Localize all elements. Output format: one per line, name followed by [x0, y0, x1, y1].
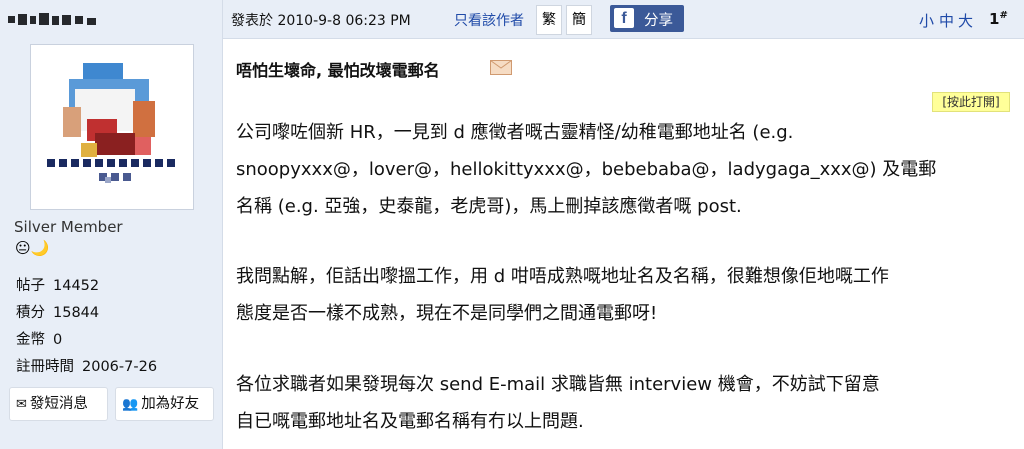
post-title: 唔怕生壞命, 最怕改壞電郵名	[236, 61, 440, 80]
stat-label: 帖子	[16, 278, 45, 294]
envelope-icon: ✉	[16, 397, 27, 412]
floor-number-value: 1	[989, 10, 1000, 28]
stat-label: 積分	[16, 305, 45, 321]
people-icon: 👥	[122, 397, 139, 412]
paragraph-line: 自已嘅電郵地址名及電郵名稱有冇以上問題.	[236, 411, 584, 432]
paragraph-line: 公司嚟咗個新 HR，一見到 d 應徵者嘅古靈精怪/幼稚電郵地址名 (e.g.	[236, 122, 794, 143]
user-rank: Silver Member	[14, 218, 123, 236]
stat-coins: 金幣 0	[16, 328, 62, 349]
post-paragraph-2: 我問點解，佢話出嚟搵工作，用 d 咁唔成熟嘅地址名及名稱，很難想像佢地嘅工作 態…	[236, 258, 1010, 332]
stat-label: 註冊時間	[16, 359, 74, 375]
stat-value: 15844	[53, 305, 100, 321]
font-size-medium[interactable]: 中	[939, 10, 954, 31]
facebook-share-button[interactable]: f 分享	[610, 5, 684, 32]
send-message-button[interactable]: ✉ 發短消息	[9, 387, 108, 421]
mail-icon	[490, 60, 512, 75]
post-paragraph-3: 各位求職者如果發現每次 send E-mail 求職皆無 interview 機…	[236, 366, 1010, 440]
stat-value: 2006-7-26	[82, 359, 158, 375]
simplified-chinese-button[interactable]: 簡	[566, 5, 592, 35]
facebook-icon: f	[614, 8, 634, 28]
font-size-small[interactable]: 小	[919, 10, 934, 31]
print-button[interactable]: [按此打開]	[932, 92, 1010, 112]
stat-value: 14452	[53, 278, 100, 294]
avatar[interactable]	[30, 44, 194, 210]
floor-mark: #	[999, 10, 1008, 21]
stat-register-date: 註冊時間 2006-7-26	[16, 355, 157, 376]
send-message-label: 發短消息	[29, 396, 88, 412]
stat-label: 金幣	[16, 332, 45, 348]
paragraph-line: snoopyxxx@，lover@，hellokittyxxx@，bebebab…	[236, 159, 937, 180]
stat-points: 積分 15844	[16, 301, 99, 322]
share-label: 分享	[644, 13, 673, 29]
post-date: 發表於 2010-9-8 06:23 PM	[231, 13, 411, 29]
floor-number: 1#	[989, 10, 1008, 28]
post-paragraph-1: 公司嚟咗個新 HR，一見到 d 應徵者嘅古靈精怪/幼稚電郵地址名 (e.g. s…	[236, 114, 1010, 225]
paragraph-line: 名稱 (e.g. 亞強，史泰龍，老虎哥)，馬上刪掉該應徵者嘅 post.	[236, 196, 742, 217]
stat-value: 0	[53, 332, 63, 348]
post-header-bar: 發表於 2010-9-8 06:23 PM 只看該作者 繁 簡 f 分享 小 中…	[223, 0, 1024, 39]
rank-stars-icon: 😐🌙	[15, 239, 50, 257]
add-friend-button[interactable]: 👥 加為好友	[115, 387, 214, 421]
paragraph-line: 各位求職者如果發現每次 send E-mail 求職皆無 interview 機…	[236, 374, 880, 395]
traditional-chinese-button[interactable]: 繁	[536, 5, 562, 35]
stat-posts: 帖子 14452	[16, 274, 99, 295]
paragraph-line: 我問點解，佢話出嚟搵工作，用 d 咁唔成熟嘅地址名及名稱，很難想像佢地嘅工作	[236, 266, 889, 287]
only-author-link[interactable]: 只看該作者	[454, 10, 524, 30]
username-pixelated[interactable]	[8, 10, 108, 30]
add-friend-label: 加為好友	[141, 396, 200, 412]
user-panel: Silver Member 😐🌙 帖子 14452 積分 15844 金幣 0 註冊時…	[0, 0, 223, 449]
paragraph-line: 態度是否一樣不成熟，現在不是同學們之間通電郵呀!	[236, 303, 658, 324]
font-size-large[interactable]: 大	[958, 10, 973, 31]
avatar-image	[45, 63, 185, 183]
